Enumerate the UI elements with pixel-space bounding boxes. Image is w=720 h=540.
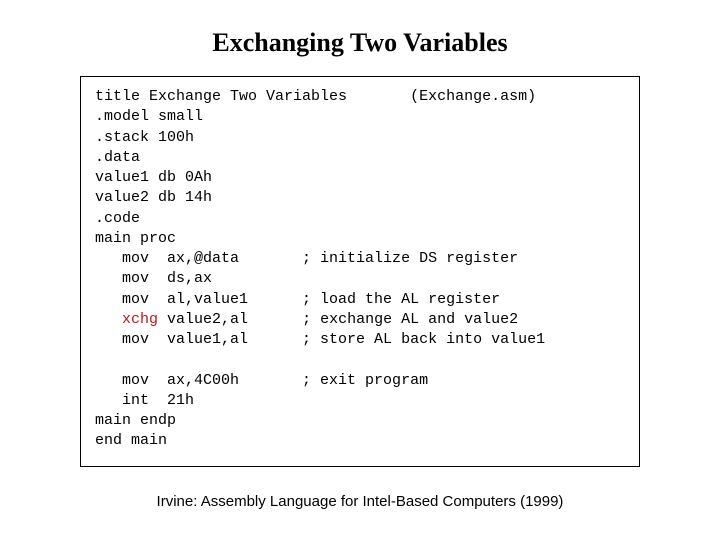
code-line: (Exchange.asm) [410, 88, 536, 105]
code-line: mov value1,al [95, 331, 248, 348]
slide: Exchanging Two Variables title Exchange … [0, 0, 720, 540]
code-line: mov ax,@data [95, 250, 239, 267]
code-line: value2,al [158, 311, 248, 328]
code-line: value2 db 14h [95, 189, 212, 206]
code-line: title Exchange Two Variables [95, 88, 347, 105]
code-line: mov al,value1 [95, 291, 248, 308]
slide-title: Exchanging Two Variables [0, 28, 720, 58]
code-line: .code [95, 210, 140, 227]
code-line: main proc [95, 230, 176, 247]
code-comment: ; store AL back into value1 [302, 331, 545, 348]
code-line: .stack 100h [95, 129, 194, 146]
code-comment: ; initialize DS register [302, 250, 518, 267]
code-line: mov ds,ax [95, 270, 212, 287]
code-indent [95, 311, 122, 328]
slide-footer: Irvine: Assembly Language for Intel-Base… [0, 493, 720, 510]
code-line: main endp [95, 412, 176, 429]
code-keyword-xchg: xchg [122, 311, 158, 328]
code-listing: title Exchange Two Variables (Exchange.a… [80, 76, 640, 467]
code-line: int 21h [95, 392, 194, 409]
code-line: .data [95, 149, 140, 166]
code-line: end main [95, 432, 167, 449]
code-comment: ; exit program [302, 372, 428, 389]
code-comment: ; load the AL register [302, 291, 500, 308]
code-line: .model small [95, 108, 203, 125]
code-comment: ; exchange AL and value2 [302, 311, 518, 328]
code-line: value1 db 0Ah [95, 169, 212, 186]
code-line: mov ax,4C00h [95, 372, 239, 389]
